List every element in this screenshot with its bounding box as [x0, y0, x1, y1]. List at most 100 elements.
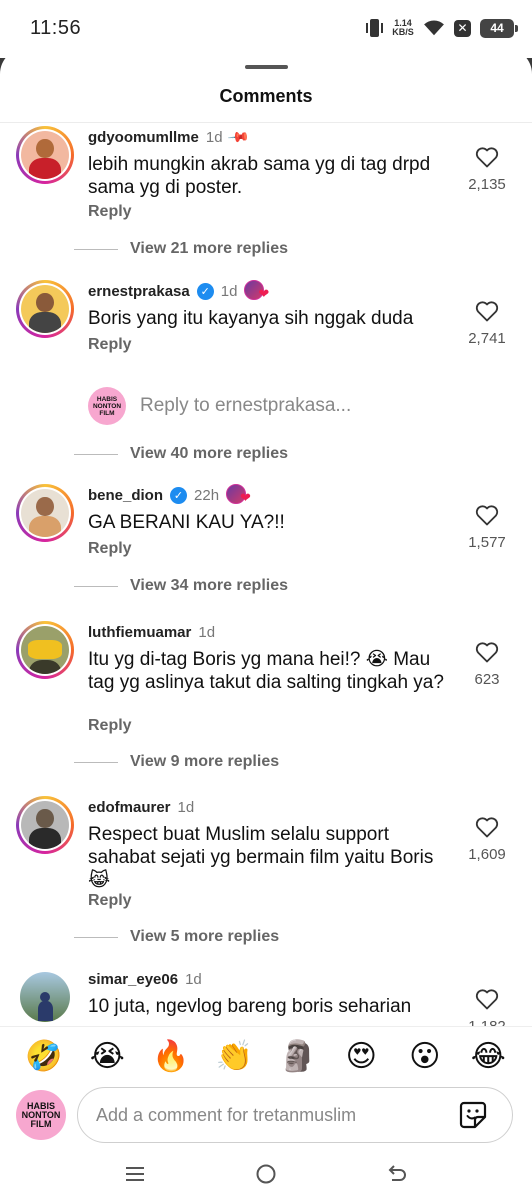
divider — [74, 248, 118, 250]
view-replies-button[interactable]: View 5 more replies — [74, 928, 279, 946]
avatar[interactable] — [16, 796, 74, 854]
vibrate-icon — [365, 18, 383, 38]
view-replies-label: View 21 more replies — [130, 240, 289, 257]
username[interactable]: simar_eye06 — [88, 971, 178, 988]
heart-icon — [475, 301, 499, 322]
heart-icon — [475, 642, 499, 663]
creator-liked-icon: ❤ — [244, 280, 272, 302]
avatar[interactable] — [16, 126, 74, 184]
back-button[interactable] — [377, 1154, 417, 1194]
comment-time: 1d — [185, 970, 202, 988]
verified-icon: ✓ — [170, 486, 188, 504]
comment-input[interactable] — [77, 1087, 513, 1143]
comment-meta: luthfiemuamar 1d — [88, 621, 215, 643]
comment-meta: gdyoomumllme 1d 📌 — [88, 124, 251, 149]
view-replies-button[interactable]: View 34 more replies — [74, 577, 288, 595]
emoji-fire[interactable]: 🔥 — [151, 1039, 191, 1074]
avatar[interactable] — [16, 621, 74, 679]
comment-list[interactable]: gdyoomumllme 1d 📌 lebih mungkin akrab sa… — [0, 123, 532, 1073]
emoji-heart-eyes[interactable]: 😍 — [341, 1039, 381, 1074]
emoji-rofl[interactable]: 🤣 — [24, 1039, 64, 1074]
creator-liked-icon: ❤ — [226, 484, 254, 506]
divider — [74, 936, 118, 938]
verified-icon: ✓ — [196, 282, 214, 300]
comment-text: Respect buat Muslim selalu support sahab… — [88, 824, 434, 891]
like-count: 2,135 — [468, 176, 506, 193]
emoji-crying[interactable]: 😭 — [87, 1039, 127, 1074]
comment-time: 1d — [198, 623, 216, 641]
comment-text: Itu yg di-tag Boris yg mana hei!? 😭 Mau … — [88, 649, 444, 693]
pin-icon: 📌 — [226, 124, 251, 149]
comment-meta: simar_eye06 1d — [88, 968, 202, 990]
like-count: 623 — [474, 671, 500, 688]
battery-level: 44 — [490, 21, 504, 35]
comment-meta: ernestprakasa ✓ 1d ❤ — [88, 280, 272, 302]
like-button[interactable]: 2,741 — [462, 300, 512, 347]
emoji-quick-bar: 🤣 😭 🔥 👏 🗿 😍 😮 😂 — [0, 1026, 532, 1086]
home-button[interactable] — [246, 1154, 286, 1194]
reply-to-placeholder: Reply to ernestprakasa... — [140, 395, 352, 416]
comment-text: 10 juta, ngevlog bareng boris seharian — [88, 996, 412, 1017]
net-speed-unit: KB/S — [392, 27, 414, 37]
view-replies-button[interactable]: View 9 more replies — [74, 753, 279, 771]
menu-icon — [126, 1167, 145, 1181]
comment-text: Boris yang itu kayanya sih nggak duda — [88, 308, 414, 329]
view-replies-button[interactable]: View 21 more replies — [74, 240, 288, 258]
heart-icon — [475, 989, 499, 1010]
like-count: 1,609 — [468, 846, 506, 863]
divider — [74, 761, 118, 763]
heart-icon — [475, 147, 499, 168]
my-avatar: HABIS NONTON FILM — [88, 387, 126, 425]
comment-meta: bene_dion ✓ 22h ❤ — [88, 484, 254, 506]
reply-button[interactable]: Reply — [88, 717, 132, 735]
like-count: 2,741 — [468, 330, 506, 347]
like-button[interactable]: 2,135 — [462, 146, 512, 193]
recent-apps-button[interactable] — [115, 1154, 155, 1194]
reply-button[interactable]: Reply — [88, 336, 132, 354]
view-replies-label: View 9 more replies — [130, 753, 280, 770]
reply-button[interactable]: Reply — [88, 892, 132, 910]
status-icons: 1.14 KB/S ✕ 44 — [365, 18, 518, 38]
comment-time: 1d — [177, 798, 195, 816]
like-count: 1,577 — [468, 534, 506, 551]
reply-button[interactable]: Reply — [88, 540, 132, 558]
like-button[interactable]: 1,577 — [462, 504, 512, 551]
avatar[interactable] — [16, 968, 74, 1026]
heart-icon — [475, 505, 499, 526]
emoji-clap[interactable]: 👏 — [214, 1039, 254, 1074]
username[interactable]: edofmaurer — [88, 799, 171, 816]
view-replies-label: View 5 more replies — [130, 928, 280, 945]
comment-text: GA BERANI KAU YA?!! — [88, 512, 285, 533]
drag-handle[interactable] — [245, 65, 288, 69]
emoji-joy[interactable]: 😂 — [468, 1039, 508, 1074]
username[interactable]: ernestprakasa — [88, 283, 190, 300]
like-button[interactable]: 1,609 — [462, 816, 512, 863]
emoji-moai[interactable]: 🗿 — [278, 1039, 318, 1074]
avatar[interactable] — [16, 484, 74, 542]
username[interactable]: gdyoomumllme — [88, 129, 199, 146]
sticker-icon[interactable] — [458, 1100, 488, 1130]
battery-icon: 44 — [480, 18, 518, 38]
comment-meta: edofmaurer 1d — [88, 796, 194, 818]
emoji-surprised[interactable]: 😮 — [405, 1039, 445, 1074]
avatar[interactable] — [16, 280, 74, 338]
comment-time: 1d — [205, 128, 223, 146]
comment-composer: HABIS NONTON FILM — [0, 1086, 532, 1144]
wifi-icon — [424, 20, 444, 36]
view-replies-label: View 40 more replies — [130, 445, 289, 462]
view-replies-button[interactable]: View 40 more replies — [74, 445, 288, 463]
like-button[interactable]: 623 — [462, 641, 512, 688]
system-nav-bar — [0, 1148, 532, 1200]
heart-icon — [475, 817, 499, 838]
username[interactable]: bene_dion — [88, 487, 163, 504]
comment-time: 1d — [220, 282, 238, 300]
reply-button[interactable]: Reply — [88, 203, 132, 221]
username[interactable]: luthfiemuamar — [88, 624, 191, 641]
divider — [74, 585, 118, 587]
view-replies-label: View 34 more replies — [130, 577, 289, 594]
home-circle-icon — [256, 1164, 276, 1184]
comment-time: 22h — [194, 486, 220, 504]
reply-to-input[interactable]: HABIS NONTON FILM Reply to ernestprakasa… — [88, 387, 351, 425]
back-arrow-icon — [388, 1165, 406, 1181]
divider — [74, 453, 118, 455]
